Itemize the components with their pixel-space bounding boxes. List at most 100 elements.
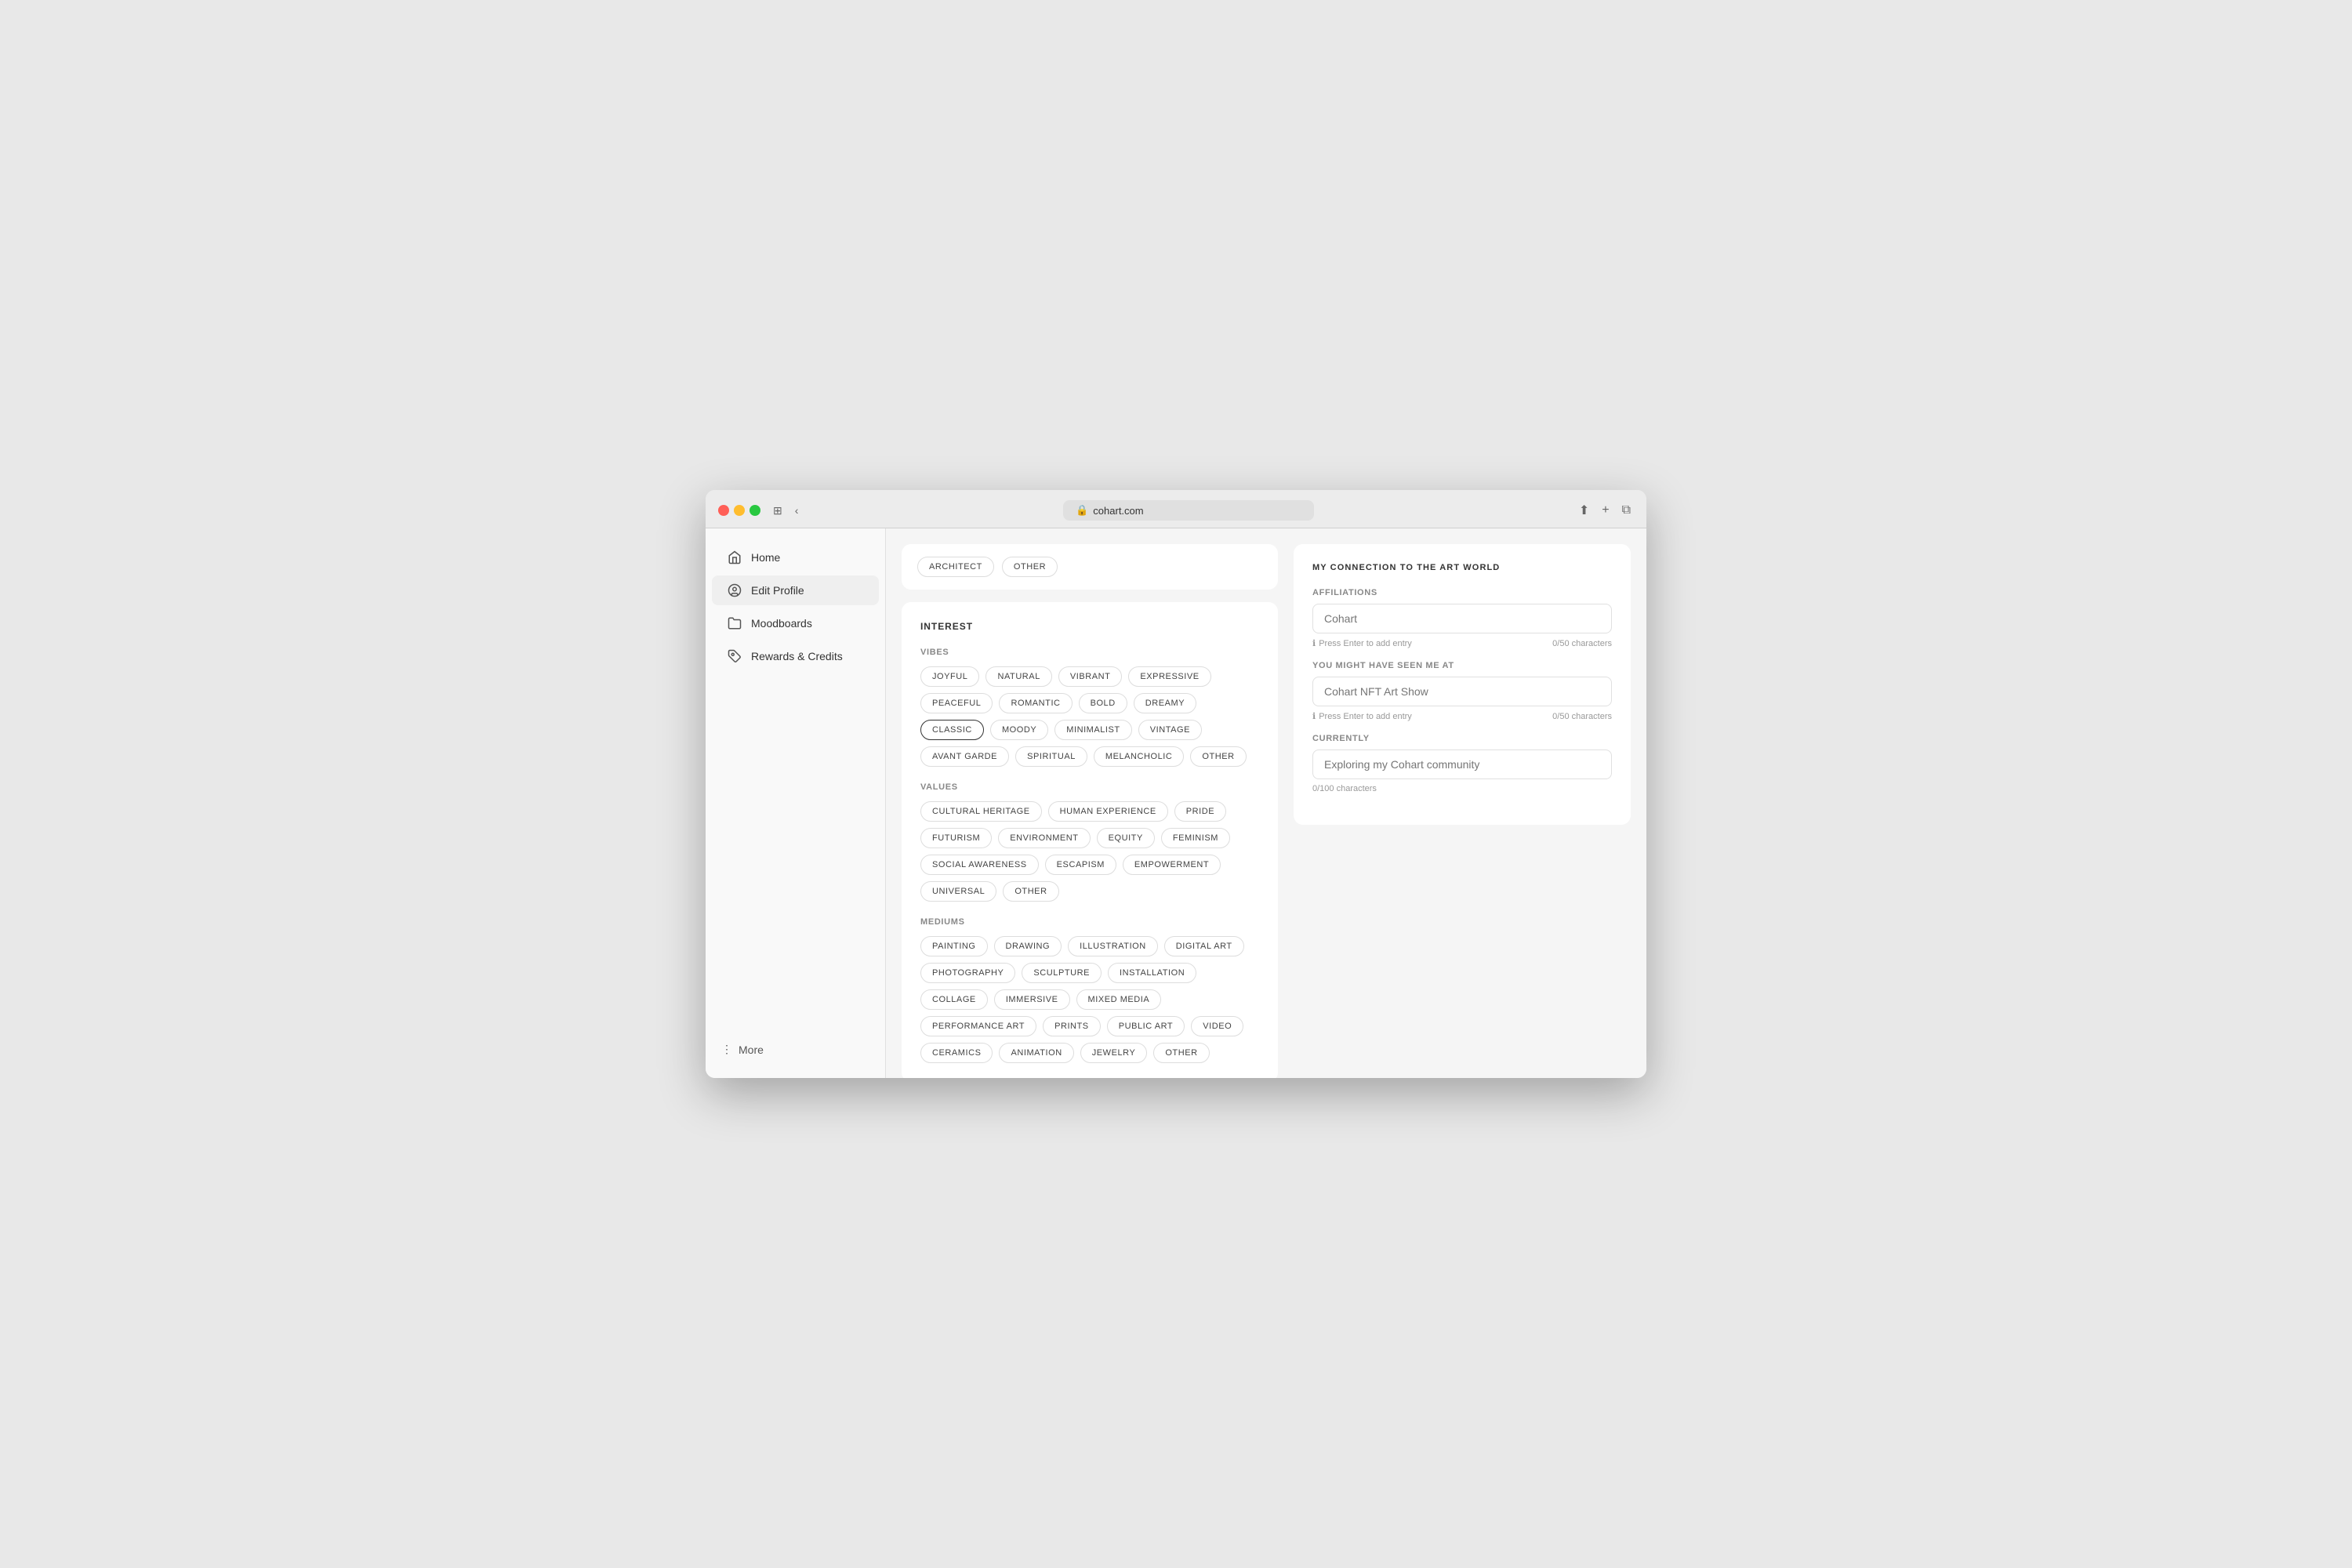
tag-equity[interactable]: EQUITY bbox=[1097, 828, 1155, 848]
sidebar-item-rewards[interactable]: Rewards & Credits bbox=[712, 641, 879, 671]
tabs-button[interactable]: ⧉ bbox=[1619, 499, 1634, 521]
tag-prints[interactable]: PRINTS bbox=[1043, 1016, 1101, 1036]
edit-profile-label: Edit Profile bbox=[751, 584, 804, 597]
browser-content: Home Edit Profile Moodboards bbox=[706, 528, 1646, 1078]
tag-jewelry[interactable]: JEWELRY bbox=[1080, 1043, 1148, 1063]
tag-social-awareness[interactable]: SOCIAL AWARENESS bbox=[920, 855, 1039, 875]
tag-environment[interactable]: ENVIRONMENT bbox=[998, 828, 1090, 848]
tag-classic[interactable]: CLASSIC bbox=[920, 720, 984, 740]
affiliations-input[interactable] bbox=[1312, 604, 1612, 633]
currently-label: CURRENTLY bbox=[1312, 734, 1612, 743]
values-label: VALUES bbox=[920, 782, 1259, 792]
left-panel: ARCHITECT OTHER INTEREST VIBES JOYFUL NA… bbox=[902, 544, 1278, 1062]
currently-group: CURRENTLY 0/100 characters bbox=[1312, 734, 1612, 793]
tag-installation[interactable]: INSTALLATION bbox=[1108, 963, 1196, 983]
sidebar-item-edit-profile[interactable]: Edit Profile bbox=[712, 575, 879, 605]
tag-escapism[interactable]: ESCAPISM bbox=[1045, 855, 1116, 875]
affiliations-hint-text: ℹ Press Enter to add entry bbox=[1312, 638, 1412, 648]
share-button[interactable]: ⬆ bbox=[1576, 499, 1592, 521]
tag-spiritual[interactable]: SPIRITUAL bbox=[1015, 746, 1087, 767]
browser-window: ⊞ ‹ 🔒 cohart.com ⬆ + ⧉ Home bbox=[706, 490, 1646, 1078]
tag-ceramics[interactable]: CERAMICS bbox=[920, 1043, 993, 1063]
close-button[interactable] bbox=[718, 505, 729, 516]
sidebar-toggle-button[interactable]: ⊞ bbox=[770, 501, 786, 521]
tag-avant-garde[interactable]: AVANT GARDE bbox=[920, 746, 1009, 767]
tag-digital-art[interactable]: DIGITAL ART bbox=[1164, 936, 1244, 956]
affiliations-hint: ℹ Press Enter to add entry 0/50 characte… bbox=[1312, 638, 1612, 648]
interest-card: INTEREST VIBES JOYFUL NATURAL VIBRANT EX… bbox=[902, 602, 1278, 1078]
connection-title: MY CONNECTION TO THE ART WORLD bbox=[1312, 563, 1612, 572]
back-button[interactable]: ‹ bbox=[792, 501, 802, 520]
sidebar-more-button[interactable]: ⋮ More bbox=[706, 1033, 885, 1065]
vibes-tags: JOYFUL NATURAL VIBRANT EXPRESSIVE PEACEF… bbox=[920, 666, 1259, 767]
tag-animation[interactable]: ANIMATION bbox=[999, 1043, 1073, 1063]
tag-joyful[interactable]: JOYFUL bbox=[920, 666, 979, 687]
seen-at-group: YOU MIGHT HAVE SEEN ME AT ℹ Press Enter … bbox=[1312, 661, 1612, 721]
tag-futurism[interactable]: FUTURISM bbox=[920, 828, 992, 848]
sidebar: Home Edit Profile Moodboards bbox=[706, 528, 886, 1078]
tag-illustration[interactable]: ILLUSTRATION bbox=[1068, 936, 1158, 956]
affiliations-char-count: 0/50 characters bbox=[1552, 639, 1612, 648]
tag-other-vibes[interactable]: OTHER bbox=[1190, 746, 1246, 767]
connection-card: MY CONNECTION TO THE ART WORLD AFFILIATI… bbox=[1294, 544, 1631, 825]
tag-other-top[interactable]: OTHER bbox=[1002, 557, 1058, 577]
lock-icon: 🔒 bbox=[1076, 504, 1088, 517]
tag-empowerment[interactable]: EMPOWERMENT bbox=[1123, 855, 1221, 875]
tag-collage[interactable]: COLLAGE bbox=[920, 989, 988, 1010]
tag-bold[interactable]: BOLD bbox=[1079, 693, 1127, 713]
main-content: ARCHITECT OTHER INTEREST VIBES JOYFUL NA… bbox=[886, 528, 1646, 1078]
tag-vibrant[interactable]: VIBRANT bbox=[1058, 666, 1123, 687]
tag-vintage[interactable]: VINTAGE bbox=[1138, 720, 1202, 740]
seen-at-input[interactable] bbox=[1312, 677, 1612, 706]
more-label: More bbox=[739, 1044, 764, 1056]
tag-minimalist[interactable]: MINIMALIST bbox=[1054, 720, 1131, 740]
minimize-button[interactable] bbox=[734, 505, 745, 516]
seen-at-char-count: 0/50 characters bbox=[1552, 712, 1612, 721]
tag-video[interactable]: VIDEO bbox=[1191, 1016, 1243, 1036]
tag-public-art[interactable]: PUBLIC ART bbox=[1107, 1016, 1185, 1036]
right-panel: MY CONNECTION TO THE ART WORLD AFFILIATI… bbox=[1294, 544, 1631, 1062]
tag-photography[interactable]: PHOTOGRAPHY bbox=[920, 963, 1015, 983]
tag-mixed-media[interactable]: MIXED MEDIA bbox=[1076, 989, 1162, 1010]
tag-pride[interactable]: PRIDE bbox=[1174, 801, 1226, 822]
affiliations-group: AFFILIATIONS ℹ Press Enter to add entry … bbox=[1312, 588, 1612, 648]
currently-char-count: 0/100 characters bbox=[1312, 784, 1377, 793]
tag-performance-art[interactable]: PERFORMANCE ART bbox=[920, 1016, 1036, 1036]
tag-universal[interactable]: UNIVERSAL bbox=[920, 881, 996, 902]
tag-peaceful[interactable]: PEACEFUL bbox=[920, 693, 993, 713]
tag-romantic[interactable]: ROMANTIC bbox=[999, 693, 1072, 713]
traffic-lights bbox=[718, 505, 760, 516]
tag-human-experience[interactable]: HUMAN EXPERIENCE bbox=[1048, 801, 1168, 822]
sidebar-item-home[interactable]: Home bbox=[712, 543, 879, 572]
currently-input[interactable] bbox=[1312, 750, 1612, 779]
url-input[interactable]: 🔒 cohart.com bbox=[1063, 500, 1314, 521]
tag-icon bbox=[728, 649, 742, 663]
tag-melancholic[interactable]: MELANCHOLIC bbox=[1094, 746, 1185, 767]
folder-icon bbox=[728, 616, 742, 630]
sidebar-item-moodboards[interactable]: Moodboards bbox=[712, 608, 879, 638]
tag-sculpture[interactable]: SCULPTURE bbox=[1022, 963, 1102, 983]
tag-moody[interactable]: MOODY bbox=[990, 720, 1048, 740]
seen-at-label: YOU MIGHT HAVE SEEN ME AT bbox=[1312, 661, 1612, 670]
tag-other-mediums[interactable]: OTHER bbox=[1153, 1043, 1209, 1063]
tag-expressive[interactable]: EXPRESSIVE bbox=[1128, 666, 1210, 687]
tag-architect[interactable]: ARCHITECT bbox=[917, 557, 994, 577]
tag-painting[interactable]: PAINTING bbox=[920, 936, 988, 956]
moodboards-label: Moodboards bbox=[751, 617, 812, 630]
affiliations-label: AFFILIATIONS bbox=[1312, 588, 1612, 597]
currently-hint: 0/100 characters bbox=[1312, 784, 1612, 793]
new-tab-button[interactable]: + bbox=[1599, 499, 1612, 521]
tag-natural[interactable]: NATURAL bbox=[985, 666, 1051, 687]
tag-drawing[interactable]: DRAWING bbox=[994, 936, 1062, 956]
tag-dreamy[interactable]: DREAMY bbox=[1134, 693, 1196, 713]
maximize-button[interactable] bbox=[750, 505, 760, 516]
tag-feminism[interactable]: FEMINISM bbox=[1161, 828, 1230, 848]
browser-toolbar-left: ⊞ ‹ bbox=[770, 501, 801, 521]
user-circle-icon bbox=[728, 583, 742, 597]
seen-at-hint: ℹ Press Enter to add entry 0/50 characte… bbox=[1312, 711, 1612, 721]
url-text: cohart.com bbox=[1093, 505, 1143, 517]
tag-other-values[interactable]: OTHER bbox=[1003, 881, 1058, 902]
rewards-label: Rewards & Credits bbox=[751, 650, 843, 662]
tag-immersive[interactable]: IMMERSIVE bbox=[994, 989, 1070, 1010]
tag-cultural-heritage[interactable]: CULTURAL HERITAGE bbox=[920, 801, 1042, 822]
